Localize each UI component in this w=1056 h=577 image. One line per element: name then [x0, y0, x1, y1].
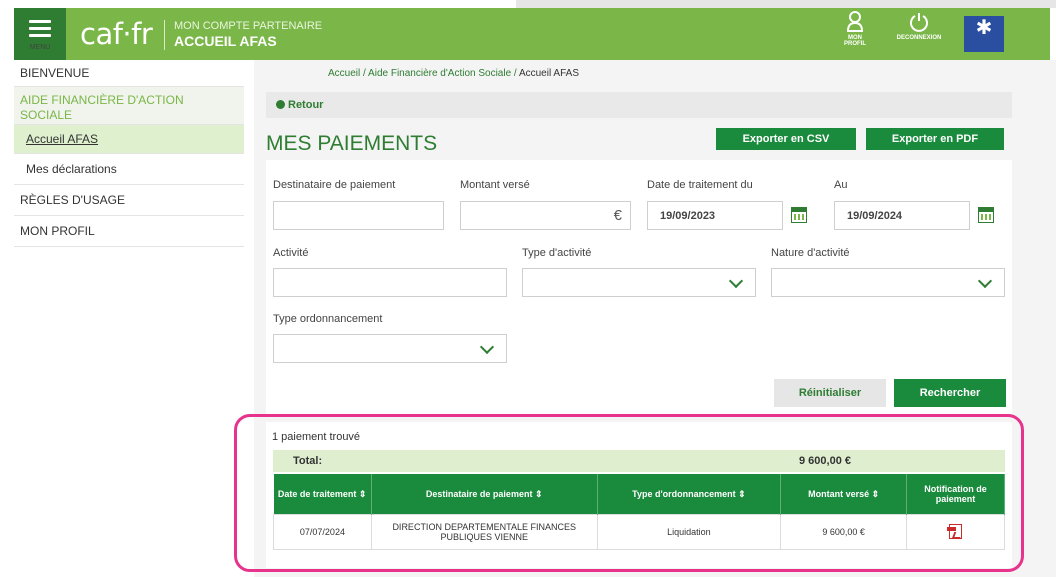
sidebar-item-mon-profil[interactable]: MON PROFIL: [14, 216, 244, 247]
breadcrumb-separator: /: [360, 68, 369, 79]
sidebar-item-label: RÈGLES D'USAGE: [20, 193, 125, 207]
au-value: 19/09/2024: [847, 210, 903, 222]
calendar-icon[interactable]: [791, 207, 807, 223]
breadcrumb-accueil[interactable]: Accueil: [328, 68, 360, 79]
export-pdf-button[interactable]: Exporter en PDF: [866, 128, 1004, 150]
date-du-label: Date de traitement du: [647, 179, 753, 191]
menu-button[interactable]: MENU: [14, 8, 66, 60]
euro-symbol: €: [613, 207, 622, 224]
top-strip: [0, 0, 1056, 8]
retour-link[interactable]: Retour: [276, 99, 324, 111]
au-input[interactable]: 19/09/2024: [834, 201, 970, 230]
mon-profil-label-2: PROFIL: [844, 41, 866, 47]
sidebar-item-aide-financiere[interactable]: AIDE FINANCIÈRE D'ACTION SOCIALE: [14, 87, 244, 125]
breadcrumb-separator: /: [511, 68, 519, 79]
type-ordonnancement-select[interactable]: [273, 334, 507, 363]
menu-label: MENU: [29, 44, 51, 51]
hamburger-icon: [29, 20, 51, 41]
sidebar-item-label: Accueil AFAS: [26, 132, 99, 146]
deconnexion-button[interactable]: DECONNEXION: [894, 11, 944, 41]
header-title: ACCUEIL AFAS: [174, 33, 277, 49]
sidebar-item-label: MON PROFIL: [20, 224, 95, 238]
reinitialiser-button[interactable]: Réinitialiser: [774, 379, 886, 407]
destinataire-label: Destinataire de paiement: [273, 179, 396, 191]
rechercher-button[interactable]: Rechercher: [894, 379, 1006, 407]
retour-bar: Retour: [266, 92, 1012, 118]
montant-label: Montant versé: [460, 179, 530, 191]
breadcrumb: Accueil / Aide Financière d'Action Socia…: [328, 68, 579, 79]
calendar-icon[interactable]: [978, 207, 994, 223]
page-title: MES PAIEMENTS: [266, 132, 438, 155]
user-icon: [847, 11, 863, 32]
power-icon: [910, 13, 928, 32]
export-csv-button[interactable]: Exporter en CSV: [716, 128, 856, 150]
sidebar: BIENVENUE AIDE FINANCIÈRE D'ACTION SOCIA…: [14, 60, 244, 577]
sidebar-item-mes-declarations[interactable]: Mes déclarations: [14, 154, 244, 185]
top-strip-grey: [516, 0, 1056, 8]
app-header: MENU caf·fr MON COMPTE PARTENAIRE ACCUEI…: [14, 8, 1050, 60]
nature-activite-select[interactable]: [771, 268, 1005, 297]
sidebar-item-accueil-afas[interactable]: Accueil AFAS: [14, 125, 244, 154]
date-du-input[interactable]: 19/09/2023: [647, 201, 783, 230]
destinataire-input[interactable]: [273, 201, 444, 230]
chevron-down-icon: [479, 339, 495, 355]
logo-divider: [164, 20, 165, 50]
header-subtitle: MON COMPTE PARTENAIRE: [174, 20, 323, 32]
activite-input[interactable]: [273, 268, 507, 297]
type-activite-label: Type d'activité: [522, 247, 592, 259]
type-ordonnancement-label: Type ordonnancement: [273, 313, 383, 325]
chevron-down-icon: [977, 273, 993, 289]
sidebar-item-regles-usage[interactable]: RÈGLES D'USAGE: [14, 185, 244, 216]
date-du-value: 19/09/2023: [660, 210, 716, 222]
back-arrow-icon: [276, 100, 285, 109]
mon-profil-button[interactable]: MON PROFIL: [840, 11, 870, 47]
sidebar-item-label: AIDE FINANCIÈRE D'ACTION SOCIALE: [20, 93, 184, 122]
republique-francaise-logo: ✱: [964, 16, 1004, 52]
retour-label: Retour: [288, 99, 324, 111]
au-label: Au: [834, 179, 848, 191]
results-highlight-annotation: [234, 414, 1024, 572]
breadcrumb-current: Accueil AFAS: [518, 68, 579, 79]
chevron-down-icon: [728, 273, 744, 289]
sidebar-item-bienvenue[interactable]: BIENVENUE: [14, 60, 244, 87]
nature-activite-label: Nature d'activité: [771, 247, 850, 259]
sidebar-item-label: BIENVENUE: [20, 66, 90, 80]
breadcrumb-aide-financiere[interactable]: Aide Financière d'Action Sociale: [368, 68, 511, 79]
sidebar-item-label: Mes déclarations: [26, 162, 117, 176]
activite-label: Activité: [273, 247, 309, 259]
montant-input[interactable]: €: [460, 201, 631, 230]
caf-logo[interactable]: caf·fr: [80, 17, 153, 51]
type-activite-select[interactable]: [522, 268, 756, 297]
deconnexion-label: DECONNEXION: [896, 35, 942, 41]
